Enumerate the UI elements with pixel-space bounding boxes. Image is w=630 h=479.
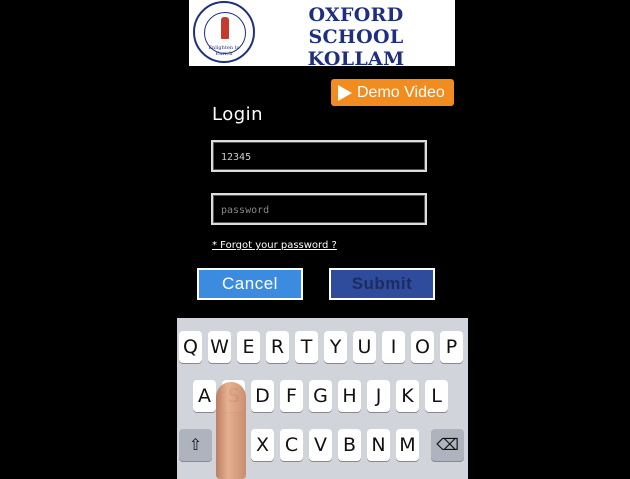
- key-r[interactable]: R: [266, 331, 289, 363]
- key-t[interactable]: T: [295, 331, 318, 363]
- school-banner: Enlighten to Enrich OXFORD SCHOOL KOLLAM: [189, 0, 455, 70]
- finger-overlay: [216, 382, 246, 479]
- key-i[interactable]: I: [382, 331, 405, 363]
- key-o[interactable]: O: [411, 331, 434, 363]
- key-q[interactable]: Q: [179, 331, 202, 363]
- key-y[interactable]: Y: [324, 331, 347, 363]
- key-f[interactable]: F: [280, 380, 303, 412]
- key-k[interactable]: K: [396, 380, 419, 412]
- demo-video-label: Demo Video: [357, 84, 445, 101]
- play-icon: [338, 85, 352, 101]
- username-field-frame: [211, 140, 427, 172]
- app-screen: Enlighten to Enrich OXFORD SCHOOL KOLLAM…: [177, 0, 468, 479]
- password-field-frame: [211, 193, 427, 225]
- backspace-icon[interactable]: ⌫: [431, 429, 464, 461]
- key-v[interactable]: V: [309, 429, 332, 461]
- key-c[interactable]: C: [280, 429, 303, 461]
- shift-icon[interactable]: ⇧: [179, 429, 212, 461]
- key-m[interactable]: M: [396, 429, 419, 461]
- school-name: OXFORD SCHOOL KOLLAM: [307, 4, 405, 70]
- crest-motto: Enlighten to Enrich: [208, 45, 240, 57]
- key-g[interactable]: G: [309, 380, 332, 412]
- key-e[interactable]: E: [237, 331, 260, 363]
- key-x[interactable]: X: [251, 429, 274, 461]
- forgot-password-link[interactable]: * Forgot your password ?: [212, 240, 337, 251]
- submit-button[interactable]: Submit: [329, 268, 435, 300]
- school-crest-icon: Enlighten to Enrich: [193, 1, 255, 63]
- key-l[interactable]: L: [425, 380, 448, 412]
- key-w[interactable]: W: [208, 331, 231, 363]
- demo-video-button[interactable]: Demo Video: [331, 79, 454, 106]
- password-input[interactable]: [221, 202, 417, 218]
- key-h[interactable]: H: [338, 380, 361, 412]
- login-title: Login: [212, 104, 264, 125]
- key-a[interactable]: A: [193, 380, 216, 412]
- key-u[interactable]: U: [353, 331, 376, 363]
- username-input[interactable]: [221, 149, 417, 165]
- key-d[interactable]: D: [251, 380, 274, 412]
- key-p[interactable]: P: [440, 331, 463, 363]
- key-n[interactable]: N: [367, 429, 390, 461]
- cancel-button[interactable]: Cancel: [197, 268, 303, 300]
- key-j[interactable]: J: [367, 380, 390, 412]
- key-b[interactable]: B: [338, 429, 361, 461]
